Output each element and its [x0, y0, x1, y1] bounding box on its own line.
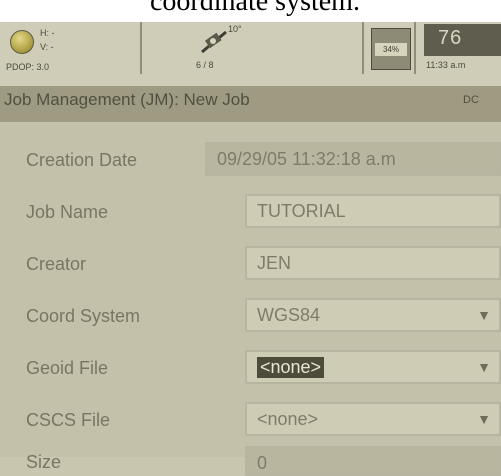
creator-input[interactable]: JEN: [245, 246, 501, 280]
cscs-file-value: <none>: [257, 409, 319, 429]
cscs-file-dropdown[interactable]: <none> ▼: [245, 402, 501, 436]
coord-system-dropdown[interactable]: WGS84 ▼: [245, 298, 501, 332]
mode-indicator: DC: [463, 94, 479, 106]
pdop-value: PDOP: 3.0: [6, 62, 50, 72]
coord-system-value: WGS84: [257, 305, 321, 325]
geoid-file-dropdown[interactable]: <none> ▼: [245, 350, 501, 384]
coord-system-label: Coord System: [26, 306, 141, 326]
creation-date-field: 09/29/05 11:32:18 a.m: [205, 142, 501, 176]
geoid-file-label: Geoid File: [26, 358, 109, 378]
gps-status-cell[interactable]: H: - V: - PDOP: 3.0: [0, 22, 142, 74]
creator-value: JEN: [257, 253, 292, 273]
size-value: 0: [257, 453, 268, 473]
creation-date-value: 09/29/05 11:32:18 a.m: [217, 149, 396, 169]
satellite-icon: [201, 30, 227, 54]
window-title: Job Management (JM): New Job: [4, 90, 250, 109]
memory-percent: 34%: [375, 43, 407, 56]
satellite-cell[interactable]: [142, 22, 364, 74]
size-label: Size: [26, 452, 62, 472]
status-bar: H: - V: - PDOP: 3.0 10° 6 / 8 34% 76 11:…: [0, 22, 501, 86]
battery-icon: 76: [424, 24, 501, 56]
caption-text: coordinate system.: [150, 0, 360, 17]
page-caption: coordinate system.: [0, 0, 501, 22]
clock: 11:33 a.m: [426, 60, 466, 70]
v-precision: V: -: [40, 42, 54, 52]
geoid-file-value: <none>: [257, 357, 325, 378]
creation-date-label: Creation Date: [26, 150, 138, 170]
memory-card-icon: 34%: [371, 28, 411, 70]
job-name-label: Job Name: [26, 202, 109, 222]
creator-label: Creator: [26, 254, 87, 274]
size-field: 0: [245, 446, 501, 476]
h-precision: H: -: [40, 28, 55, 38]
satellite-count: 6 / 8: [196, 60, 214, 70]
chevron-down-icon[interactable]: ▼: [469, 352, 499, 382]
gps-status-icon: [10, 30, 34, 54]
device-screen: H: - V: - PDOP: 3.0 10° 6 / 8 34% 76 11:…: [0, 22, 501, 476]
elevation-mask: 10°: [228, 24, 242, 34]
chevron-down-icon[interactable]: ▼: [469, 300, 499, 330]
cscs-file-label: CSCS File: [26, 410, 111, 430]
job-name-input[interactable]: TUTORIAL: [245, 194, 501, 228]
chevron-down-icon[interactable]: ▼: [469, 404, 499, 434]
title-bar: Job Management (JM): New Job DC: [0, 86, 501, 122]
battery-level: 76: [438, 27, 463, 49]
job-name-value: TUTORIAL: [257, 201, 346, 221]
